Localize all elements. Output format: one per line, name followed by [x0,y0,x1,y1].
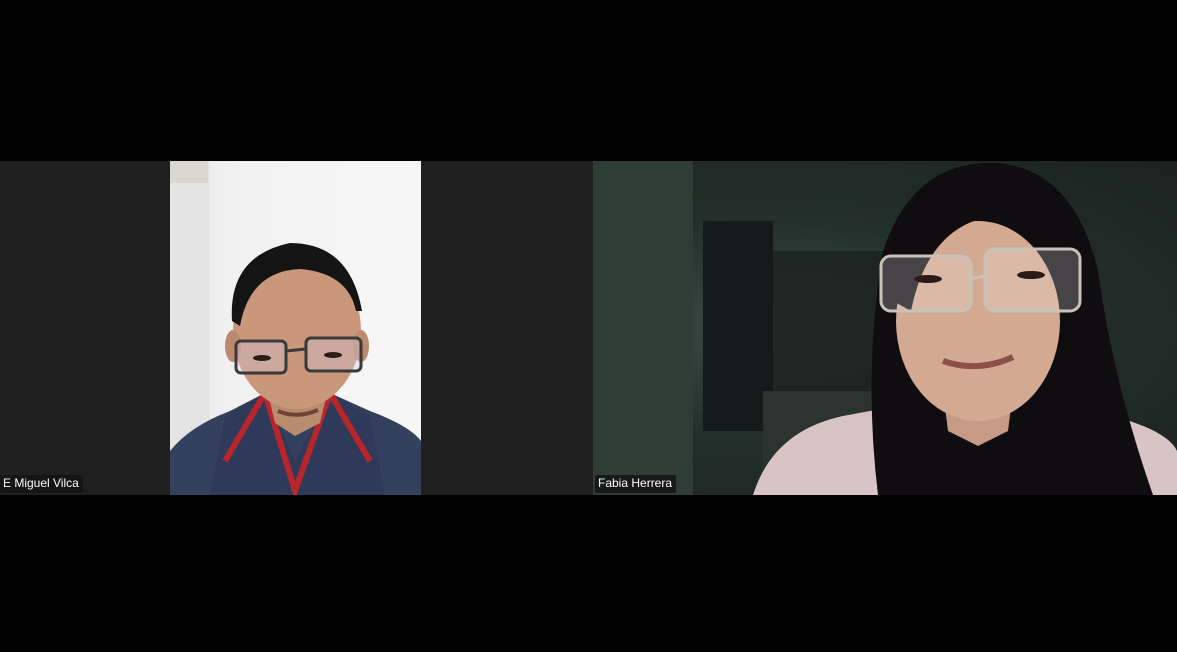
participant-name-label: E Miguel Vilca [0,475,83,493]
video-call-window: E Miguel Vilca Fabia Herrera [0,0,1177,652]
participant-tile-1[interactable]: E Miguel Vilca [0,161,593,495]
person-video-icon [170,161,421,495]
participant-video-2 [593,161,1177,495]
participant-video-1 [170,161,421,495]
participant-name-label: Fabia Herrera [595,475,677,493]
person-video-icon [593,161,1177,495]
participant-tile-2[interactable]: Fabia Herrera [593,161,1177,495]
